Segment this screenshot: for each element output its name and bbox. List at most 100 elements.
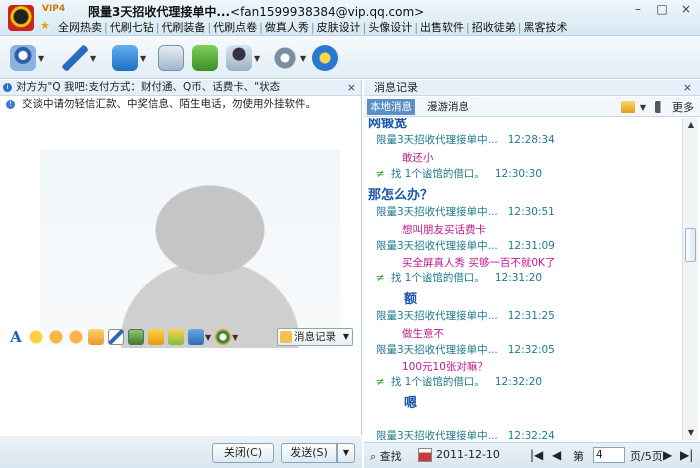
- message-time: 12:31:25: [507, 310, 555, 322]
- shake-icon[interactable]: [68, 329, 84, 345]
- more-options[interactable]: ▼ 更多: [620, 99, 694, 115]
- window-title: 限量3天招收代理接单中...<fan1599938384@vip.qq.com>: [88, 3, 424, 20]
- history-panel: 消息记录 × 本地消息 漫游消息 ▼ 更多 网锻宽 限量3天招收代理接单中... 1…: [364, 80, 700, 468]
- signature-link[interactable]: 皮肤设计: [317, 21, 361, 34]
- qq-avatar[interactable]: [8, 5, 34, 31]
- shield-icon: !: [6, 100, 15, 109]
- history-tabs: 本地消息 漫游消息 ▼ 更多: [364, 97, 700, 117]
- scroll-thumb[interactable]: [685, 228, 696, 262]
- prev-page-icon[interactable]: ◀: [552, 448, 561, 462]
- music-icon[interactable]: [148, 329, 164, 345]
- star-icon: ★: [40, 19, 50, 32]
- filter-icon[interactable]: [620, 101, 635, 113]
- mail-button[interactable]: [158, 44, 184, 72]
- sender-name[interactable]: 限量3天招收代理接单中...: [376, 310, 498, 322]
- settings-icon: [272, 45, 298, 71]
- tab-roaming[interactable]: 漫游消息: [424, 99, 472, 115]
- message-record-button[interactable]: 消息记录 ▼: [277, 328, 353, 346]
- minimize-button[interactable]: –: [630, 2, 646, 16]
- screenshot-icon[interactable]: [168, 329, 184, 345]
- close-history-icon[interactable]: ×: [683, 80, 692, 95]
- magic-emoji-icon[interactable]: [48, 329, 64, 345]
- history-scrollbar[interactable]: ▲ ▼: [682, 118, 698, 440]
- history-message-text: 做生意不: [402, 328, 444, 340]
- security-warning-bar: ! 交谈中请勿轻信汇款、中奖信息、陌生电话，勿使用外挂软件。: [0, 97, 361, 113]
- sender-name[interactable]: 限量3天招收代理接单中...: [376, 344, 498, 356]
- window-controls: – □ ×: [630, 2, 694, 16]
- tab-local[interactable]: 本地消息: [367, 99, 415, 115]
- history-message-header: 限量3天招收代理接单中... 12:32:24: [376, 428, 555, 440]
- file-transfer-button[interactable]: ▼: [112, 44, 146, 72]
- more-label[interactable]: 更多: [672, 99, 694, 115]
- qzone-button[interactable]: [312, 44, 338, 72]
- message-time: 12:31:20: [494, 272, 543, 284]
- search-button[interactable]: ⌕ 查找: [370, 448, 402, 464]
- next-page-icon[interactable]: ▶: [663, 448, 672, 462]
- sender-name[interactable]: 限量3天招收代理接单中...: [376, 206, 498, 218]
- calendar-icon[interactable]: [418, 448, 432, 462]
- send-button[interactable]: 发送(S): [281, 443, 337, 463]
- send-options-button[interactable]: ▼: [337, 443, 355, 463]
- signature-link[interactable]: 代刷点卷: [213, 21, 257, 34]
- sender-name[interactable]: 限量3天招收代理接单中...: [376, 134, 498, 146]
- close-button[interactable]: 关闭(C): [212, 443, 274, 463]
- history-system-message: ≠ 找 1个谧馆的借口。 12:30:30: [376, 166, 542, 181]
- security-warning: 交谈中请勿轻信汇款、中奖信息、陌生电话，勿使用外挂软件。: [22, 98, 316, 110]
- gift-icon[interactable]: [88, 329, 104, 345]
- screen-capture-icon[interactable]: [188, 329, 204, 345]
- image-icon[interactable]: [128, 329, 144, 345]
- sender-name[interactable]: 限量3天招收代理接单中...: [376, 240, 498, 252]
- message-time: 12:32:24: [507, 430, 555, 440]
- history-footer: ⌕ 查找 2011-12-10 |◀ ◀ 第 4 页/5页 ▶ ▶|: [364, 442, 700, 468]
- close-notice-icon[interactable]: ×: [347, 80, 356, 95]
- link-separator: |: [414, 21, 419, 34]
- signature-link[interactable]: 招收徒弟: [472, 21, 516, 34]
- vip-badge: VIP4: [42, 4, 66, 14]
- link-separator: |: [466, 21, 470, 34]
- speaker-icon[interactable]: [655, 101, 669, 113]
- font-icon[interactable]: A: [8, 329, 24, 345]
- signature-link[interactable]: 代刷七钻: [110, 21, 154, 34]
- history-message-text: 敢还小: [402, 152, 434, 164]
- page-input[interactable]: 4: [593, 447, 625, 463]
- arrow-icon: ≠: [376, 272, 385, 284]
- close-window-button[interactable]: ×: [678, 2, 694, 16]
- system-text: 找 1个谧馆的借口。: [390, 168, 485, 180]
- sender-name[interactable]: 限量3天招收代理接单中...: [376, 430, 498, 440]
- message-input[interactable]: [0, 348, 361, 435]
- message-time: 12:32:05: [507, 344, 555, 356]
- scroll-down-icon[interactable]: ▼: [683, 426, 699, 440]
- user-card-button[interactable]: ▼: [226, 44, 260, 72]
- settings-button[interactable]: ▼: [272, 44, 306, 72]
- sms-button[interactable]: [192, 44, 218, 72]
- first-page-icon[interactable]: |◀: [530, 448, 543, 462]
- history-date[interactable]: 2011-12-10: [436, 448, 500, 461]
- voice-button[interactable]: ▼: [62, 44, 96, 72]
- signature-links: 全网热卖 | 代刷七钻 | 代刷装备 | 代刷点卷 | 做真人秀 | 皮肤设计 | 头像设计 | 出售软件 |…: [58, 19, 567, 35]
- message-time: 12:28:34: [507, 134, 555, 146]
- doodle-icon[interactable]: [108, 329, 124, 345]
- signature-link[interactable]: 黑客技术: [523, 21, 567, 34]
- history-message-text: 想叫朋友买话费卡: [402, 224, 486, 236]
- signature-link[interactable]: 代刷装备: [161, 21, 205, 34]
- signature-link[interactable]: 全网热卖: [58, 21, 102, 34]
- message-time: 12:32:20: [494, 376, 543, 388]
- last-page-icon[interactable]: ▶|: [680, 448, 693, 462]
- chat-panel: i 对方为"Q 我吧:支付方式：财付通、Q币、话费卡、"状态 × ! 交谈中请勿…: [0, 80, 362, 435]
- mail-icon: [158, 45, 184, 71]
- chat-actions: 关闭(C) 发送(S) ▼: [0, 436, 362, 468]
- webcam-button[interactable]: ▼: [10, 44, 44, 72]
- scroll-up-icon[interactable]: ▲: [683, 118, 699, 132]
- history-message-header: 限量3天招收代理接单中... 12:30:51: [376, 204, 555, 219]
- signature-link[interactable]: 出售软件: [420, 21, 464, 34]
- signature-link[interactable]: 做真人秀: [265, 21, 309, 34]
- maximize-button[interactable]: □: [654, 2, 670, 16]
- history-emphasis-text: 额: [404, 292, 418, 307]
- message-time: 12:30:30: [494, 168, 543, 180]
- history-title: 消息记录: [374, 81, 418, 94]
- chevron-down-icon: ▼: [342, 332, 349, 341]
- signature-link[interactable]: 头像设计: [368, 21, 412, 34]
- app-icon[interactable]: [215, 329, 232, 345]
- emoji-icon[interactable]: [28, 329, 44, 345]
- contact-email: <fan1599938384@vip.qq.com>: [230, 5, 425, 19]
